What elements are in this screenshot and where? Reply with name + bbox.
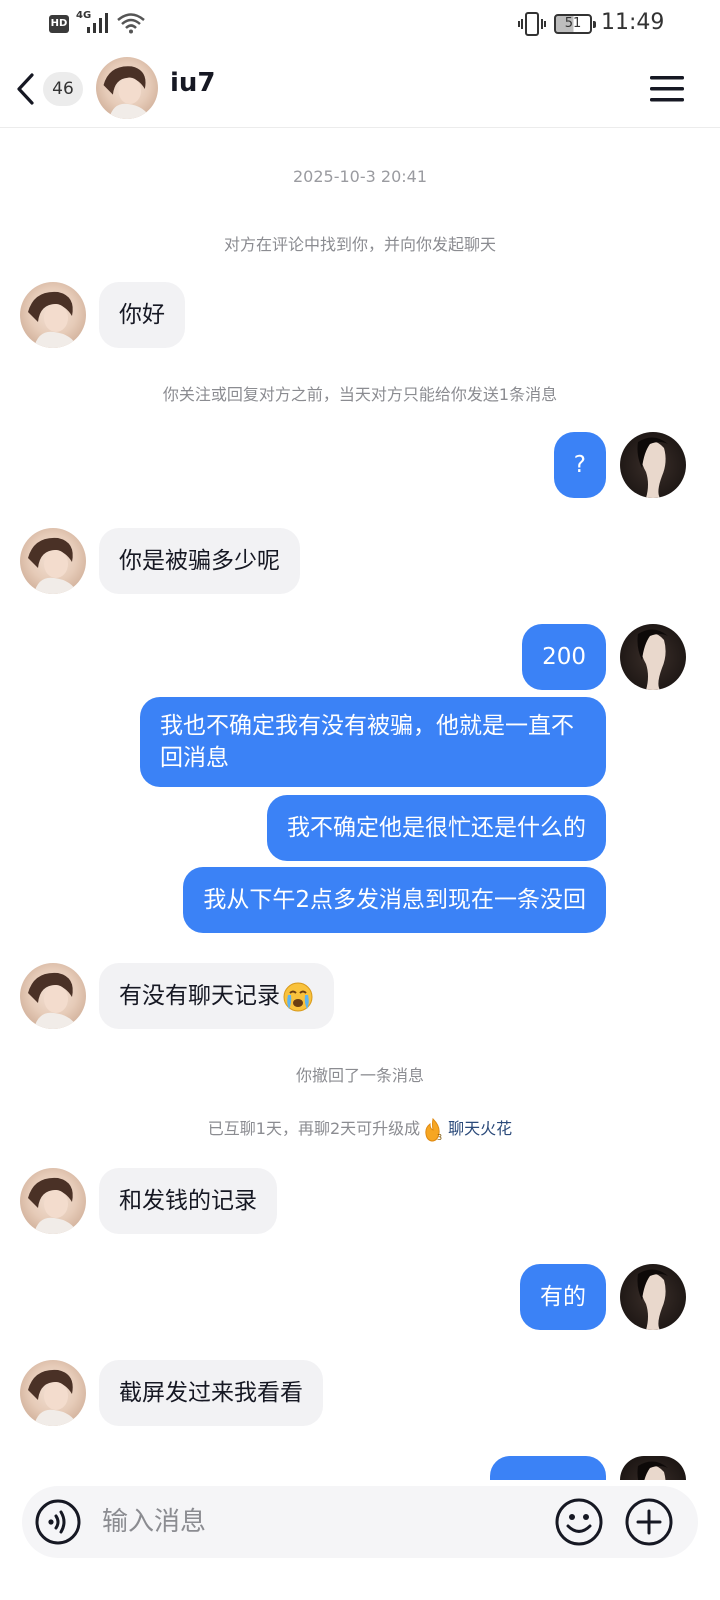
my-avatar[interactable] bbox=[620, 624, 686, 690]
my-avatar[interactable] bbox=[620, 432, 686, 498]
voice-input-icon[interactable] bbox=[34, 1498, 82, 1546]
signal-icon bbox=[87, 13, 108, 33]
contact-avatar[interactable] bbox=[96, 57, 158, 119]
vibrate-icon bbox=[518, 12, 546, 36]
chat-spark-link[interactable]: 聊天火花 bbox=[448, 1119, 512, 1138]
contact-avatar[interactable] bbox=[20, 963, 86, 1029]
my-avatar[interactable] bbox=[620, 1456, 686, 1480]
chat-header: 46 iu7 bbox=[0, 50, 720, 128]
menu-icon[interactable] bbox=[650, 74, 684, 104]
back-arrow-icon[interactable] bbox=[14, 72, 38, 106]
sent-message[interactable]: 200 bbox=[522, 624, 606, 690]
sent-message[interactable]: 我不确定他是很忙还是什么的 bbox=[267, 795, 606, 861]
received-message[interactable]: 有没有聊天记录 bbox=[99, 963, 334, 1029]
contact-name[interactable]: iu7 bbox=[170, 68, 216, 98]
received-message[interactable]: 截屏发过来我看看 bbox=[99, 1360, 323, 1426]
hd-indicator: HD bbox=[49, 15, 69, 33]
flame-icon: 3 bbox=[425, 1117, 442, 1142]
message-timestamp: 2025-10-3 20:41 bbox=[293, 167, 427, 186]
sent-message[interactable]: 我从下午2点多发消息到现在一条没回 bbox=[183, 867, 606, 933]
my-avatar[interactable] bbox=[620, 1264, 686, 1330]
status-bar: HD 4G 51 11:49 bbox=[0, 0, 720, 50]
sent-message[interactable]: ? bbox=[553, 432, 606, 498]
received-message[interactable]: 和发钱的记录 bbox=[99, 1168, 277, 1234]
spark-notice-text: 已互聊1天，再聊2天可升级成 bbox=[207, 1119, 421, 1138]
chat-spark-notice: 已互聊1天，再聊2天可升级成 3 聊天火花 bbox=[0, 1115, 720, 1142]
system-notice: 你撤回了一条消息 bbox=[295, 1066, 424, 1085]
bottom-safe-area bbox=[0, 1574, 720, 1600]
plus-icon[interactable] bbox=[624, 1497, 674, 1547]
contact-avatar[interactable] bbox=[20, 282, 86, 348]
message-input[interactable]: 输入消息 bbox=[102, 1486, 206, 1558]
crying-emoji-icon bbox=[283, 982, 313, 1011]
sent-message-partial[interactable] bbox=[490, 1456, 606, 1480]
contact-avatar[interactable] bbox=[20, 1360, 86, 1426]
wifi-icon bbox=[117, 13, 145, 34]
message-composer: 输入消息 bbox=[22, 1486, 698, 1558]
unread-count-badge[interactable]: 46 bbox=[43, 72, 83, 106]
message-text: 有没有聊天记录 bbox=[119, 983, 280, 1009]
received-message[interactable]: 你是被骗多少呢 bbox=[99, 528, 300, 594]
system-notice: 对方在评论中找到你，并向你发起聊天 bbox=[223, 235, 496, 254]
clock: 11:49 bbox=[601, 10, 665, 35]
sent-message[interactable]: 我也不确定我有没有被骗，他就是一直不回消息 bbox=[140, 697, 606, 787]
battery-indicator: 51 bbox=[554, 14, 596, 34]
contact-avatar[interactable] bbox=[20, 1168, 86, 1234]
sent-message[interactable]: 有的 bbox=[520, 1264, 606, 1330]
system-notice: 你关注或回复对方之前，当天对方只能给你发送1条消息 bbox=[162, 385, 558, 404]
emoji-icon[interactable] bbox=[554, 1497, 604, 1547]
received-message[interactable]: 你好 bbox=[99, 282, 185, 348]
contact-avatar[interactable] bbox=[20, 528, 86, 594]
svg-text:3: 3 bbox=[437, 1133, 442, 1142]
